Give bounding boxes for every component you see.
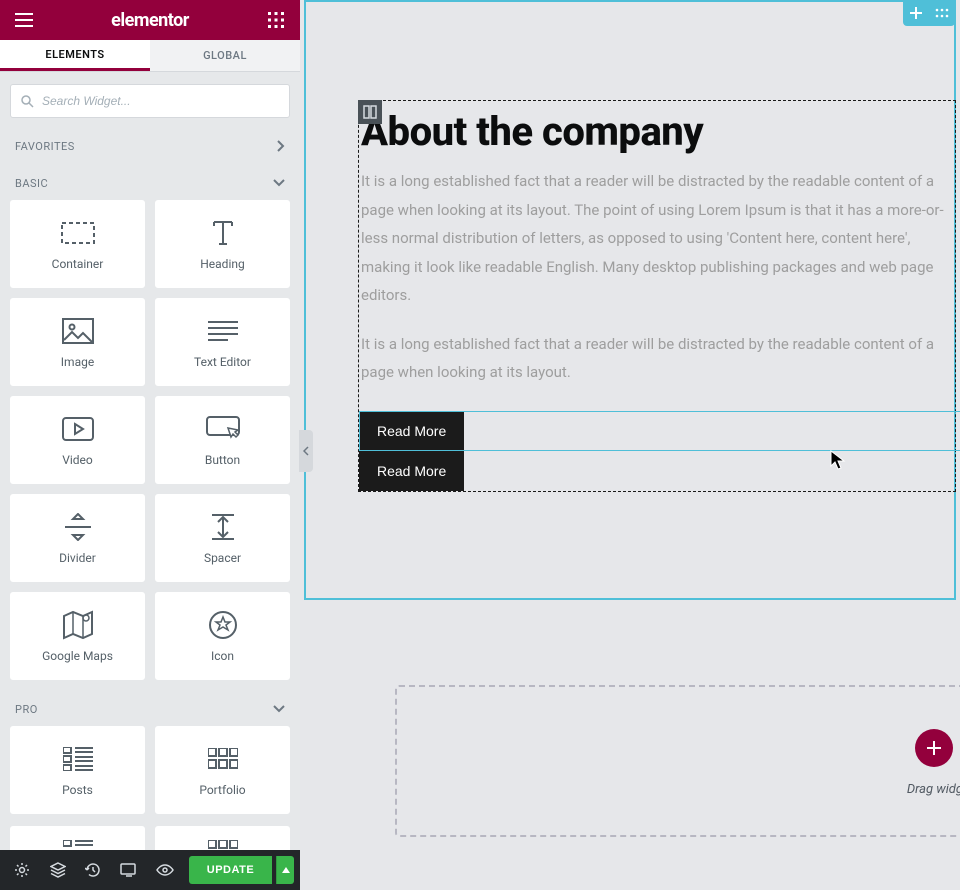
column-outline: About the company It is a long establish… bbox=[358, 100, 956, 492]
editor-canvas[interactable]: About the company It is a long establish… bbox=[300, 0, 960, 890]
search-input[interactable] bbox=[42, 94, 279, 108]
pro-section-toggle[interactable]: PRO bbox=[10, 692, 290, 726]
chevron-down-icon bbox=[273, 705, 285, 713]
editor-sidebar: elementor ELEMENTS GLOBAL FAVORITES BASI… bbox=[0, 0, 300, 890]
widget-label: Posts bbox=[62, 783, 93, 797]
basic-label: BASIC bbox=[15, 177, 48, 190]
favorites-label: FAVORITES bbox=[15, 140, 75, 153]
read-more-button-2[interactable]: Read More bbox=[359, 451, 464, 491]
widget-label: Container bbox=[52, 257, 104, 271]
container-icon bbox=[61, 222, 95, 244]
column-handle[interactable] bbox=[358, 100, 382, 124]
hamburger-icon bbox=[15, 13, 33, 27]
star-circle-icon bbox=[208, 610, 238, 640]
plus-icon bbox=[910, 7, 922, 19]
button-widget-row: Read More Read More bbox=[359, 411, 955, 491]
image-icon bbox=[62, 318, 94, 344]
preview-button[interactable] bbox=[149, 854, 181, 886]
chevron-left-icon bbox=[303, 446, 309, 456]
text-editor-icon bbox=[208, 320, 238, 342]
footer-bar: UPDATE bbox=[0, 850, 300, 890]
widget-label: Video bbox=[62, 453, 93, 467]
add-section-button[interactable] bbox=[903, 0, 929, 26]
widget-highlight bbox=[359, 411, 960, 451]
widget-image[interactable]: Image bbox=[10, 298, 145, 386]
plus-icon bbox=[926, 740, 942, 756]
widget-heading[interactable]: Heading bbox=[155, 200, 290, 288]
widget-container[interactable]: Container bbox=[10, 200, 145, 288]
widget-label: Divider bbox=[59, 551, 96, 565]
eye-icon bbox=[156, 864, 174, 876]
edit-section-button[interactable] bbox=[929, 0, 955, 26]
brand-logo: elementor bbox=[111, 10, 189, 31]
panel-tabs: ELEMENTS GLOBAL bbox=[0, 40, 300, 72]
responsive-button[interactable] bbox=[113, 854, 145, 886]
widget-label: Image bbox=[61, 355, 94, 369]
button-icon bbox=[206, 416, 240, 442]
settings-button[interactable] bbox=[6, 854, 38, 886]
widget-icon[interactable]: Icon bbox=[155, 592, 290, 680]
apps-grid-icon bbox=[268, 12, 284, 28]
responsive-icon bbox=[120, 863, 138, 877]
widget-video[interactable]: Video bbox=[10, 396, 145, 484]
spacer-icon bbox=[208, 513, 238, 541]
add-section-circle-button[interactable] bbox=[915, 729, 953, 767]
apps-button[interactable] bbox=[260, 4, 292, 36]
posts-icon bbox=[63, 747, 93, 771]
favorites-section[interactable]: FAVORITES bbox=[0, 126, 300, 166]
pro-widgets-grid: Posts Portfolio bbox=[10, 726, 290, 814]
pro-label: PRO bbox=[15, 703, 38, 716]
content-container[interactable]: About the company It is a long establish… bbox=[358, 100, 956, 492]
widget-label: Button bbox=[205, 453, 240, 467]
widget-label: Icon bbox=[211, 649, 234, 663]
sidebar-header: elementor bbox=[0, 0, 300, 40]
widget-divider[interactable]: Divider bbox=[10, 494, 145, 582]
widget-spacer[interactable]: Spacer bbox=[155, 494, 290, 582]
widget-text-editor[interactable]: Text Editor bbox=[155, 298, 290, 386]
widget-label: Portfolio bbox=[199, 783, 245, 797]
widget-portfolio[interactable]: Portfolio bbox=[155, 726, 290, 814]
empty-section-dropzone[interactable]: Drag widg bbox=[395, 685, 960, 837]
column-icon bbox=[363, 105, 377, 119]
widget-label: Spacer bbox=[204, 551, 241, 565]
update-button[interactable]: UPDATE bbox=[189, 856, 272, 884]
widget-label: Text Editor bbox=[194, 355, 251, 369]
grid-handle-icon bbox=[935, 8, 949, 18]
widget-label: Google Maps bbox=[42, 649, 113, 663]
text-widget-1[interactable]: It is a long established fact that a rea… bbox=[359, 165, 955, 328]
text-widget-2[interactable]: It is a long established fact that a rea… bbox=[359, 328, 955, 405]
layers-icon bbox=[50, 862, 66, 878]
heading-widget[interactable]: About the company bbox=[359, 101, 955, 165]
widget-label: Heading bbox=[200, 257, 245, 271]
widget-button[interactable]: Button bbox=[155, 396, 290, 484]
basic-widgets-grid: Container Heading Image Text Editor Vide… bbox=[10, 200, 290, 680]
portfolio-icon bbox=[208, 748, 238, 770]
search-icon bbox=[21, 95, 34, 108]
tab-global[interactable]: GLOBAL bbox=[150, 40, 300, 71]
video-icon bbox=[62, 417, 94, 441]
history-icon bbox=[85, 862, 101, 878]
history-button[interactable] bbox=[78, 854, 110, 886]
collapse-panel-button[interactable] bbox=[299, 430, 313, 472]
widgets-scroll[interactable]: BASIC Container Heading Image Text Ed bbox=[0, 166, 300, 890]
search-box bbox=[10, 84, 290, 118]
gear-icon bbox=[14, 862, 30, 878]
navigator-button[interactable] bbox=[42, 854, 74, 886]
search-wrap bbox=[0, 72, 300, 126]
maps-icon bbox=[62, 610, 94, 640]
divider-icon bbox=[63, 513, 93, 541]
chevron-right-icon bbox=[277, 140, 285, 152]
widget-posts[interactable]: Posts bbox=[10, 726, 145, 814]
tab-elements[interactable]: ELEMENTS bbox=[0, 40, 150, 71]
update-options-button[interactable] bbox=[276, 856, 294, 884]
drop-hint-text: Drag widg bbox=[907, 782, 960, 797]
caret-up-icon bbox=[282, 867, 290, 873]
widget-google-maps[interactable]: Google Maps bbox=[10, 592, 145, 680]
basic-section-toggle[interactable]: BASIC bbox=[10, 166, 290, 200]
section-toolbar bbox=[903, 0, 955, 26]
heading-icon bbox=[208, 218, 238, 248]
menu-button[interactable] bbox=[8, 4, 40, 36]
chevron-down-icon bbox=[273, 179, 285, 187]
